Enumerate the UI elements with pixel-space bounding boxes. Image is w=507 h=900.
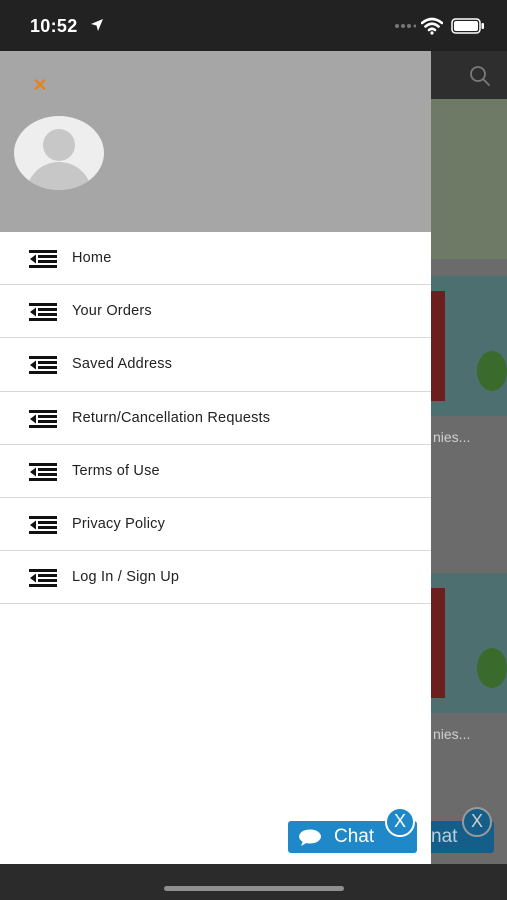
background-app-content: nies... nies... [431, 51, 507, 864]
wifi-icon [421, 17, 443, 35]
drawer-menu: Home Your Orders Saved Address Return/Ca… [0, 232, 431, 605]
background-header [431, 51, 507, 99]
background-chat-label: nat [431, 826, 458, 847]
background-product-title: nies... [433, 726, 471, 742]
signal-dots-icon [395, 24, 416, 28]
menu-item-your-orders[interactable]: Your Orders [0, 285, 431, 339]
background-product-image [431, 99, 507, 259]
menu-list-icon [29, 409, 57, 428]
avatar[interactable] [14, 116, 104, 190]
menu-item-login-signup[interactable]: Log In / Sign Up [0, 551, 431, 605]
close-drawer-button[interactable]: × [28, 73, 52, 97]
status-bar: 10:52 [0, 0, 507, 51]
menu-item-label: Return/Cancellation Requests [72, 409, 271, 426]
drawer-header: × [0, 51, 431, 232]
background-chat-close-icon: X [462, 807, 492, 837]
chat-label: Chat [334, 826, 375, 847]
menu-item-label: Log In / Sign Up [72, 569, 180, 586]
menu-list-icon [29, 356, 57, 375]
menu-list-icon [29, 250, 57, 268]
menu-item-return-cancellation[interactable]: Return/Cancellation Requests [0, 392, 431, 445]
menu-item-label: Your Orders [72, 303, 152, 320]
bottom-bar [0, 864, 507, 900]
menu-item-label: Privacy Policy [72, 515, 166, 532]
menu-item-terms-of-use[interactable]: Terms of Use [0, 445, 431, 498]
chat-bubble-icon [299, 829, 321, 846]
avatar-body-shape [26, 162, 92, 190]
menu-item-saved-address[interactable]: Saved Address [0, 338, 431, 392]
menu-item-privacy-policy[interactable]: Privacy Policy [0, 498, 431, 552]
menu-list-icon [29, 569, 57, 588]
app-screen: 10:52 nies... nies... nat X × Home Your … [0, 0, 507, 900]
menu-list-icon [29, 462, 57, 481]
side-drawer: × Home Your Orders Saved Address Return/ [0, 51, 431, 864]
menu-item-label: Terms of Use [72, 462, 160, 479]
menu-item-label: Saved Address [72, 356, 173, 373]
home-indicator[interactable] [164, 886, 344, 891]
background-product-image-detail [477, 351, 507, 391]
background-product-image-detail [431, 291, 445, 401]
background-product-title: nies... [433, 429, 471, 445]
menu-list-icon [29, 303, 57, 322]
status-time: 10:52 [30, 16, 78, 36]
background-product-image-detail [431, 588, 445, 698]
avatar-head-shape [43, 129, 75, 161]
chat-close-button[interactable]: X [385, 807, 415, 837]
menu-list-icon [29, 515, 57, 534]
battery-icon [451, 18, 484, 34]
search-icon [470, 66, 490, 86]
background-product-image-detail [477, 648, 507, 688]
location-arrow-icon [91, 19, 103, 31]
menu-item-home[interactable]: Home [0, 232, 431, 286]
menu-item-label: Home [72, 250, 112, 266]
